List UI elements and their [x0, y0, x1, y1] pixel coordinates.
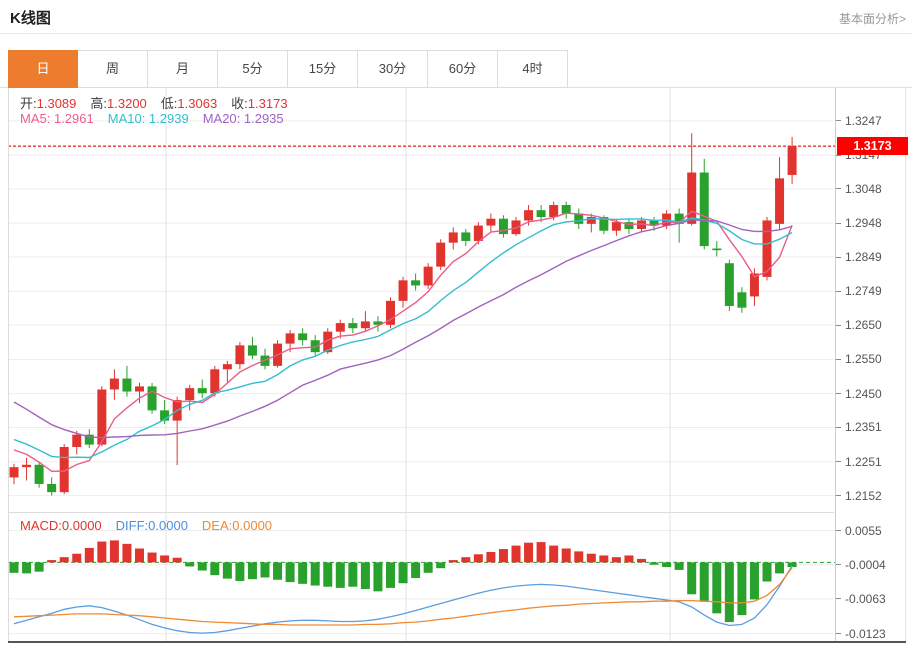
tab-30分[interactable]: 30分	[358, 50, 428, 88]
axis-tick-label: 1.2450	[836, 386, 882, 402]
legend-item: MA10: 1.2939	[108, 111, 189, 126]
tab-5分[interactable]: 5分	[218, 50, 288, 88]
macd-axis: 0.0055 -0.0004 -0.0063 -0.0123	[836, 512, 912, 641]
axis-tick-label: 1.3247	[836, 113, 882, 129]
axis-tick-label: 1.2251	[836, 454, 882, 470]
axis-tick-label: 1.2650	[836, 317, 882, 333]
legend-item: DIFF:0.0000	[116, 518, 188, 533]
legend-item: MACD:0.0000	[20, 518, 102, 533]
plot-left-border	[8, 88, 9, 641]
legend-item: MA20: 1.2935	[203, 111, 284, 126]
tab-4时[interactable]: 4时	[498, 50, 568, 88]
kline-page: K线图 基本面分析> 日周月5分15分30分60分4时 开:1.3089 高:1.…	[0, 0, 912, 647]
tab-15分[interactable]: 15分	[288, 50, 358, 88]
legend-item: DEA:0.0000	[202, 518, 272, 533]
axis-tick-label: 1.2152	[836, 488, 882, 504]
legend-item: 开:1.3089	[20, 96, 76, 111]
tab-日[interactable]: 日	[8, 50, 78, 88]
ohlc-legend: 开:1.3089 高:1.3200 低:1.3063 收:1.3173	[20, 93, 302, 112]
axis-tick-label: 1.3048	[836, 181, 882, 197]
page-title: K线图	[10, 7, 51, 28]
macd-legend: MACD:0.0000 DIFF:0.0000 DEA:0.0000	[20, 518, 286, 533]
axis-tick-label: -0.0063	[836, 591, 886, 607]
last-price-badge: 1.3173	[837, 137, 908, 155]
header-divider	[0, 33, 912, 34]
interval-tabs: 日周月5分15分30分60分4时	[8, 50, 568, 88]
panel-divider	[8, 512, 836, 513]
axis-tick-label: 1.2749	[836, 283, 882, 299]
axis-tick-label: -0.0004	[836, 557, 886, 573]
legend-item: MA5: 1.2961	[20, 111, 94, 126]
tab-周[interactable]: 周	[78, 50, 148, 88]
plot-bottom-border	[8, 641, 906, 643]
legend-item: 收:1.3173	[231, 96, 287, 111]
axis-tick-label: 1.2351	[836, 419, 882, 435]
axis-tick-label: 0.0055	[836, 523, 882, 539]
legend-item: 低:1.3063	[161, 96, 217, 111]
candlestick-chart[interactable]	[8, 88, 835, 512]
fundamental-analysis-link[interactable]: 基本面分析>	[839, 10, 906, 27]
axis-tick-label: 1.2849	[836, 249, 882, 265]
tab-月[interactable]: 月	[148, 50, 218, 88]
ma-legend: MA5: 1.2961 MA10: 1.2939 MA20: 1.2935	[20, 111, 298, 126]
price-axis: 1.3173 1.32471.31471.30481.29481.28491.2…	[836, 88, 912, 512]
axis-tick-label: 1.2948	[836, 215, 882, 231]
tab-60分[interactable]: 60分	[428, 50, 498, 88]
axis-tick-label: -0.0123	[836, 626, 886, 642]
legend-item: 高:1.3200	[90, 96, 146, 111]
axis-tick-label: 1.2550	[836, 351, 882, 367]
